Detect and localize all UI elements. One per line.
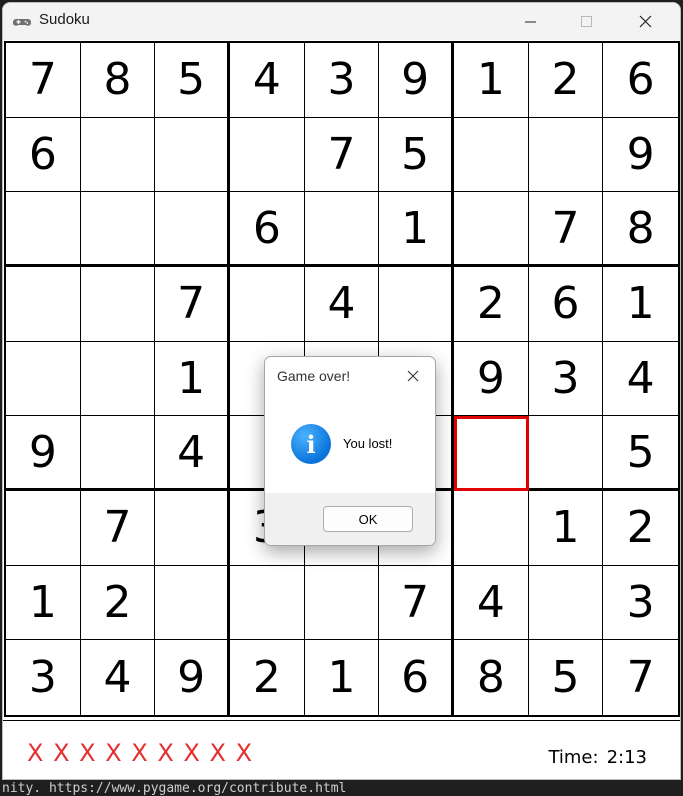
cell-r4-c5[interactable]: 4 — [304, 266, 380, 342]
cell-r3-c7[interactable] — [453, 192, 529, 267]
minimize-icon — [525, 21, 536, 22]
close-icon — [639, 15, 651, 28]
dialog-body: i You lost! — [265, 395, 435, 493]
dialog-footer: OK — [265, 493, 435, 545]
cell-r9-c8[interactable]: 5 — [529, 640, 604, 715]
dialog-message: You lost! — [343, 436, 393, 451]
cell-r6-c1[interactable]: 9 — [6, 416, 81, 491]
time-label: Time: — [548, 747, 599, 768]
cell-r6-c7[interactable] — [453, 416, 529, 491]
cell-r6-c9[interactable]: 5 — [603, 416, 678, 491]
cell-r9-c2[interactable]: 4 — [81, 640, 156, 715]
cell-r3-c1[interactable] — [6, 192, 81, 267]
cell-r3-c6[interactable]: 1 — [379, 192, 454, 267]
cell-r5-c1[interactable] — [6, 341, 81, 417]
maximize-icon — [581, 15, 592, 27]
cell-r2-c8[interactable] — [528, 117, 604, 193]
cell-r1-c8[interactable]: 2 — [528, 43, 604, 118]
window-title: Sudoku — [39, 11, 90, 28]
cell-r3-c4[interactable]: 6 — [229, 192, 305, 267]
title-bar[interactable]: Sudoku — [3, 3, 680, 40]
cell-r1-c4[interactable]: 4 — [229, 43, 305, 118]
cell-r1-c3[interactable]: 5 — [155, 43, 230, 118]
cell-r4-c2[interactable] — [80, 266, 156, 342]
cell-r4-c1[interactable] — [6, 266, 81, 342]
cell-r3-c8[interactable]: 7 — [528, 192, 604, 267]
cell-r6-c8[interactable] — [528, 416, 604, 491]
cell-r1-c5[interactable]: 3 — [304, 43, 380, 118]
cell-r8-c1[interactable]: 1 — [6, 565, 81, 641]
cell-r8-c5[interactable] — [304, 565, 380, 641]
cell-r9-c7[interactable]: 8 — [454, 640, 529, 715]
dialog-close-button[interactable] — [400, 363, 426, 389]
cell-r5-c2[interactable] — [80, 341, 156, 417]
ok-button[interactable]: OK — [323, 506, 413, 532]
cell-r4-c7[interactable]: 2 — [453, 266, 529, 342]
cell-r4-c3[interactable]: 7 — [155, 266, 230, 342]
cell-r7-c7[interactable] — [453, 490, 529, 566]
cell-r8-c9[interactable]: 3 — [603, 566, 678, 641]
cell-r3-c9[interactable]: 8 — [603, 192, 678, 267]
cell-r5-c7[interactable]: 9 — [453, 341, 529, 417]
maximize-button[interactable] — [559, 3, 615, 40]
cell-r2-c5[interactable]: 7 — [304, 117, 380, 193]
cell-r4-c4[interactable] — [229, 266, 305, 342]
minimize-button[interactable] — [503, 3, 559, 40]
cell-r2-c3[interactable] — [155, 117, 230, 193]
status-bar: X X X X X X X X X Time: 2:13 — [3, 720, 680, 779]
cell-r9-c1[interactable]: 3 — [6, 640, 81, 715]
strike-counter: X X X X X X X X X — [27, 739, 254, 767]
cell-r9-c5[interactable]: 1 — [305, 640, 380, 715]
cell-r6-c3[interactable]: 4 — [155, 416, 230, 491]
cell-r6-c2[interactable] — [80, 416, 156, 491]
dialog-title: Game over! — [277, 368, 351, 384]
cell-r5-c9[interactable]: 4 — [603, 342, 678, 417]
cell-r7-c8[interactable]: 1 — [528, 490, 604, 566]
time-value: 2:13 — [606, 747, 647, 768]
cell-r5-c3[interactable]: 1 — [155, 341, 230, 417]
cell-r1-c7[interactable]: 1 — [453, 43, 529, 118]
cell-r5-c8[interactable]: 3 — [528, 341, 604, 417]
cell-r2-c6[interactable]: 5 — [379, 117, 454, 193]
cell-r8-c3[interactable] — [155, 565, 230, 641]
cell-r2-c7[interactable] — [453, 117, 529, 193]
background-console-text: nity. https://www.pygame.org/contribute.… — [2, 782, 347, 796]
cell-r7-c1[interactable] — [6, 490, 81, 566]
cell-r7-c3[interactable] — [155, 490, 230, 566]
cell-r2-c9[interactable]: 9 — [603, 118, 678, 193]
cell-r7-c9[interactable]: 2 — [603, 491, 678, 566]
cell-r9-c4[interactable]: 2 — [230, 640, 305, 715]
cell-r4-c8[interactable]: 6 — [528, 266, 604, 342]
cell-r8-c6[interactable]: 7 — [379, 565, 454, 641]
cell-r8-c8[interactable] — [528, 565, 604, 641]
cell-r8-c4[interactable] — [229, 565, 305, 641]
cell-r9-c3[interactable]: 9 — [155, 640, 230, 715]
cell-r3-c5[interactable] — [304, 192, 380, 267]
close-icon — [407, 370, 419, 382]
cell-r7-c2[interactable]: 7 — [80, 490, 156, 566]
cell-r4-c9[interactable]: 1 — [603, 267, 678, 342]
cell-r1-c6[interactable]: 9 — [379, 43, 454, 118]
cell-r1-c9[interactable]: 6 — [603, 43, 678, 118]
cell-r1-c2[interactable]: 8 — [80, 43, 156, 118]
cell-r8-c2[interactable]: 2 — [80, 565, 156, 641]
cell-r3-c3[interactable] — [155, 192, 230, 267]
game-over-dialog: Game over! i You lost! OK — [264, 356, 436, 546]
info-icon: i — [291, 424, 331, 464]
cell-r9-c9[interactable]: 7 — [603, 640, 678, 715]
cell-r3-c2[interactable] — [80, 192, 156, 267]
cell-r2-c1[interactable]: 6 — [6, 117, 81, 193]
gamepad-icon — [13, 19, 31, 26]
cell-r1-c1[interactable]: 7 — [6, 43, 81, 118]
cell-r4-c6[interactable] — [379, 266, 454, 342]
cell-r2-c2[interactable] — [80, 117, 156, 193]
cell-r2-c4[interactable] — [229, 117, 305, 193]
cell-r9-c6[interactable]: 6 — [379, 640, 454, 715]
close-button[interactable] — [617, 3, 673, 40]
cell-r8-c7[interactable]: 4 — [453, 565, 529, 641]
timer: Time: 2:13 — [548, 747, 647, 768]
